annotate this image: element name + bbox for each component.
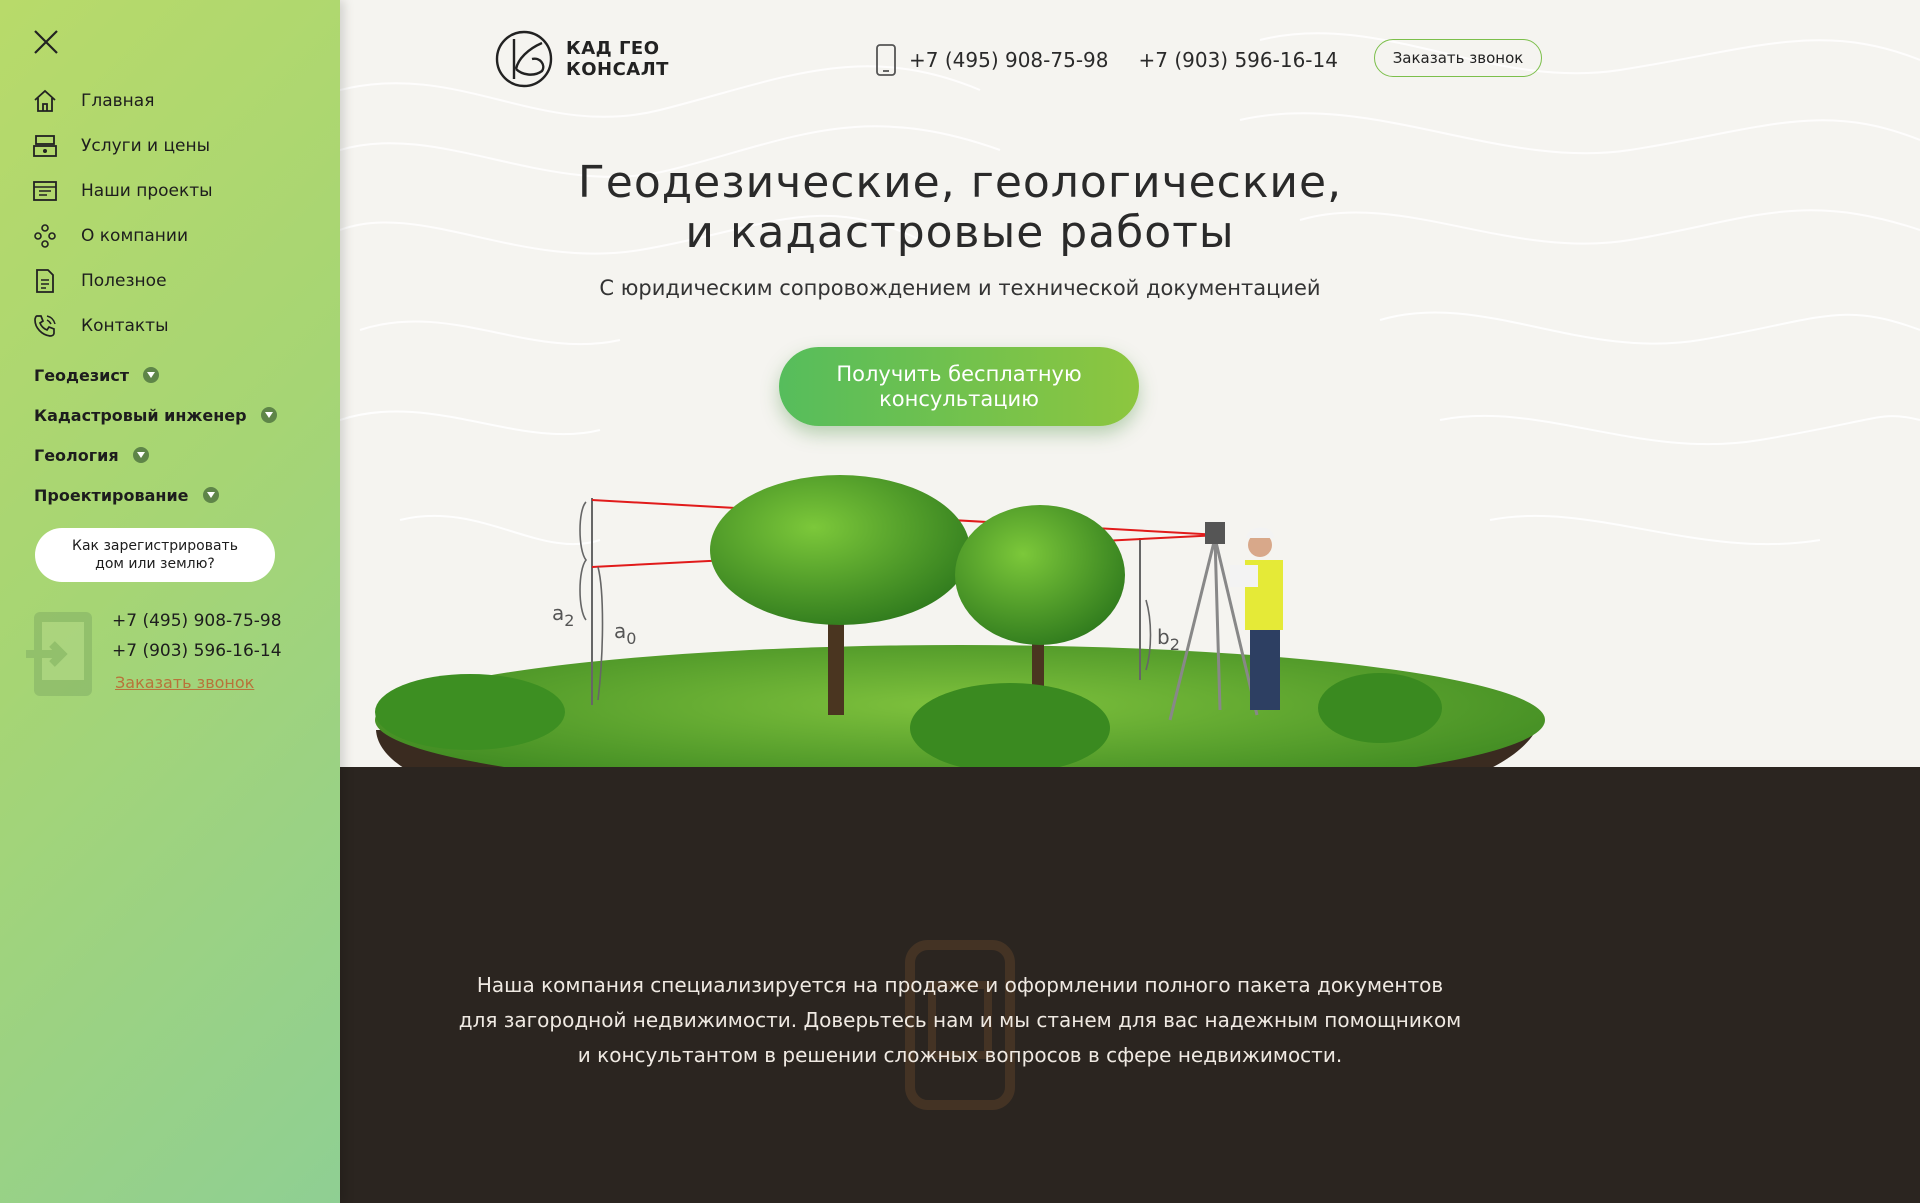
about-line-3: и консультантом в решении сложных вопрос… [577,1043,1343,1067]
category-list: Геодезист Кадастровый инженер Геология П… [34,355,277,515]
mobile-phone-icon [876,44,896,76]
nav-item-home[interactable]: Главная [31,78,321,123]
logo-line-1: КАД ГЕО [566,38,660,59]
bush-center [910,683,1110,773]
close-menu-icon[interactable] [31,27,61,57]
chevron-down-icon[interactable] [132,447,149,463]
register-property-label: Как зарегистрировать дом или землю? [72,538,238,572]
label-a0: a [614,619,626,643]
category-design[interactable]: Проектирование [34,475,277,515]
hero-title-line-2: и кадастровые работы [685,207,1235,258]
document-icon [31,267,59,295]
category-cadastral-engineer[interactable]: Кадастровый инженер [34,395,277,435]
svg-text:a0: a0 [614,619,636,648]
nav-item-label: Наши проекты [81,180,213,201]
nav-item-about[interactable]: О компании [31,213,321,258]
category-label: Геодезист [34,365,130,385]
order-call-button[interactable]: Заказать звонок [1374,39,1542,77]
about-text: Наша компания специализируется на продаж… [430,968,1490,1073]
nav-item-contacts[interactable]: Контакты [31,303,321,348]
main-content: КАД ГЕО КОНСАЛТ +7 (495) 908-75-98 +7 (9… [340,0,1920,1203]
header-phone-2[interactable]: +7 (903) 596-16-14 [1138,48,1337,72]
nav-item-label: Главная [81,90,155,111]
small-tree [955,505,1125,645]
category-label: Кадастровый инженер [34,405,247,425]
free-consultation-button[interactable]: Получить бесплатную консультацию [779,347,1139,426]
chevron-down-icon[interactable] [202,487,219,503]
header-phones: +7 (495) 908-75-98 +7 (903) 596-16-14 [875,44,1338,76]
logo-mark-icon [495,30,553,88]
hero-title-line-1: Геодезические, геологические, [577,157,1343,208]
home-icon [31,87,59,115]
cash-register-icon [31,132,59,160]
nav-item-projects[interactable]: Наши проекты [31,168,321,213]
label-b2-subscript: 2 [1170,635,1180,654]
sidebar-phones: +7 (495) 908-75-98 +7 (903) 596-16-14 [112,606,282,666]
free-consultation-label: Получить бесплатную консультацию [836,361,1082,411]
category-label: Геология [34,445,119,465]
svg-text:a2: a2 [552,601,574,630]
category-geodesist[interactable]: Геодезист [34,355,277,395]
nav-item-label: О компании [81,225,189,246]
category-label: Проектирование [34,485,189,505]
about-line-2: для загородной недвижимости. Доверьтесь … [458,1008,1462,1032]
theodolite-icon [1205,522,1225,544]
chevron-down-icon[interactable] [260,407,277,423]
label-b2: b [1157,625,1170,649]
mobile-call-icon [26,610,96,698]
bush-right [1318,673,1442,743]
label-a0-subscript: 0 [626,629,636,648]
header-phone-1[interactable]: +7 (495) 908-75-98 [909,48,1108,72]
sidebar-phone-2[interactable]: +7 (903) 596-16-14 [112,636,282,666]
nav-item-services[interactable]: Услуги и цены [31,123,321,168]
sidebar-phone-1[interactable]: +7 (495) 908-75-98 [112,606,282,636]
nav-item-useful[interactable]: Полезное [31,258,321,303]
hero-title: Геодезические, геологические, и кадастро… [340,158,1580,258]
hero-subtitle: С юридическим сопровождением и техническ… [599,276,1321,300]
tree-trunk [828,610,844,715]
sidebar-menu: Главная Услуги и цены Наши проекты О ком… [0,0,340,1203]
bush-left [375,674,565,750]
projects-icon [31,177,59,205]
label-a2-subscript: 2 [564,611,574,630]
nav-item-label: Услуги и цены [81,135,211,156]
team-icon [31,222,59,250]
chevron-down-icon[interactable] [143,367,160,383]
nav-item-label: Контакты [81,315,169,336]
sidebar-call-link[interactable]: Заказать звонок [115,673,254,692]
large-tree [710,475,970,625]
category-geology[interactable]: Геология [34,435,277,475]
main-nav: Главная Услуги и цены Наши проекты О ком… [31,78,321,348]
about-line-1: Наша компания специализируется на продаж… [476,973,1444,997]
nav-item-label: Полезное [81,270,167,291]
phone-icon [31,312,59,340]
company-logo[interactable]: КАД ГЕО КОНСАЛТ [494,29,669,89]
register-property-button[interactable]: Как зарегистрировать дом или землю? [35,528,275,582]
logo-line-2: КОНСАЛТ [566,59,669,80]
label-a2: a [552,601,564,625]
